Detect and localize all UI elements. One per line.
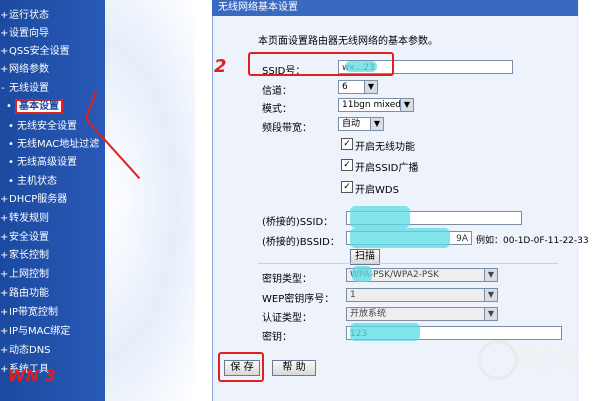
- mode-value: 11bgn mixed: [342, 100, 402, 110]
- auth-type-select[interactable]: 开放系统 ▼: [346, 307, 498, 321]
- enable-ssid-broadcast-label: 开启SSID广播: [355, 163, 419, 174]
- watermark-url: luyouqi.com: [522, 366, 578, 376]
- help-button[interactable]: 帮 助: [272, 360, 316, 376]
- chevron-down-icon: ▼: [484, 289, 497, 301]
- redaction-scribble: [350, 228, 450, 248]
- sidebar-item-wireless-basic[interactable]: • 基本设置: [6, 99, 63, 115]
- sidebar-item-bandwidth[interactable]: +IP带宽控制: [0, 305, 58, 321]
- chevron-down-icon: ▼: [364, 81, 377, 93]
- sidebar-item-host-status[interactable]: • 主机状态: [8, 174, 57, 190]
- redaction-scribble: [350, 323, 420, 341]
- separator: [258, 263, 558, 264]
- sidebar-item-wizard[interactable]: +设置向导: [0, 26, 49, 42]
- watermark-title: 路由器: [518, 344, 578, 368]
- chevron-down-icon: ▼: [484, 308, 497, 320]
- sidebar-item-status[interactable]: +运行状态: [0, 8, 49, 24]
- enable-wds-label: 开启WDS: [355, 185, 399, 196]
- sidebar-item-wireless-security[interactable]: • 无线安全设置: [8, 119, 77, 135]
- wep-index-label: WEP密钥序号：: [262, 294, 335, 305]
- sidebar-item-qss[interactable]: +QSS安全设置: [0, 44, 70, 60]
- enable-ssid-broadcast-checkbox[interactable]: ✓: [341, 159, 353, 171]
- panel-title: 无线网络基本设置: [212, 0, 578, 16]
- sidebar-nav: +运行状态 +设置向导 +QSS安全设置 +网络参数 - 无线设置 • 基本设置 •…: [0, 0, 110, 401]
- decorative-curve: [105, 0, 195, 401]
- auth-type-label: 认证类型：: [262, 313, 312, 324]
- sidebar-item-mac-filter[interactable]: • 无线MAC地址过滤: [8, 137, 99, 153]
- chevron-down-icon: ▼: [370, 118, 383, 130]
- sidebar-item-security[interactable]: +安全设置: [0, 230, 49, 246]
- sidebar-item-access-control[interactable]: +上网控制: [0, 267, 49, 283]
- sidebar-item-parental[interactable]: +家长控制: [0, 248, 49, 264]
- chevron-down-icon: ▼: [400, 99, 413, 111]
- sidebar-item-wireless[interactable]: - 无线设置: [0, 81, 49, 97]
- watermark-logo: 路由器 luyouqi.com: [478, 340, 598, 390]
- sidebar-item-wireless-advanced[interactable]: • 无线高级设置: [8, 155, 77, 171]
- wep-index-select[interactable]: 1 ▼: [346, 288, 498, 302]
- bandwidth-value: 自动: [342, 119, 361, 129]
- highlight-ssid: [248, 52, 394, 76]
- bssid-example: 例如：00-1D-0F-11-22-33: [476, 236, 589, 246]
- annotation-mark-3: WN 3: [8, 366, 56, 385]
- key-label: 密钥：: [262, 332, 292, 343]
- sidebar-item-dhcp[interactable]: +DHCP服务器: [0, 192, 67, 208]
- bridge-ssid-label: (桥接的)SSID：: [262, 217, 334, 228]
- sidebar-item-forwarding[interactable]: +转发规则: [0, 211, 49, 227]
- wep-index-value: 1: [350, 290, 356, 300]
- enable-wireless-label: 开启无线功能: [355, 142, 415, 153]
- enable-wireless-checkbox[interactable]: ✓: [341, 138, 353, 150]
- channel-select[interactable]: 6 ▼: [338, 80, 378, 94]
- bandwidth-select[interactable]: 自动 ▼: [338, 117, 384, 131]
- redaction-scribble: [350, 206, 410, 228]
- highlight-save: [218, 352, 264, 382]
- sidebar-item-network[interactable]: +网络参数: [0, 62, 49, 78]
- auth-type-value: 开放系统: [350, 309, 387, 319]
- sidebar-item-ip-mac-binding[interactable]: +IP与MAC绑定: [0, 324, 70, 340]
- enable-wds-checkbox[interactable]: ✓: [341, 181, 353, 193]
- sidebar-item-ddns[interactable]: +动态DNS: [0, 343, 51, 359]
- mode-label: 模式：: [262, 104, 292, 115]
- channel-value: 6: [342, 82, 348, 92]
- page-description: 本页面设置路由器无线网络的基本参数。: [258, 36, 438, 47]
- bandwidth-label: 频段带宽：: [262, 123, 312, 134]
- bridge-bssid-label: (桥接的)BSSID：: [262, 237, 340, 248]
- annotation-mark-2: 2: [214, 56, 227, 77]
- key-type-label: 密钥类型：: [262, 274, 312, 285]
- channel-label: 信道：: [262, 86, 292, 97]
- chevron-down-icon: ▼: [484, 269, 497, 281]
- sidebar-item-routing[interactable]: +路由功能: [0, 286, 49, 302]
- router-icon: [478, 340, 518, 380]
- mode-select[interactable]: 11bgn mixed ▼: [338, 98, 414, 112]
- redaction-scribble: [352, 266, 372, 282]
